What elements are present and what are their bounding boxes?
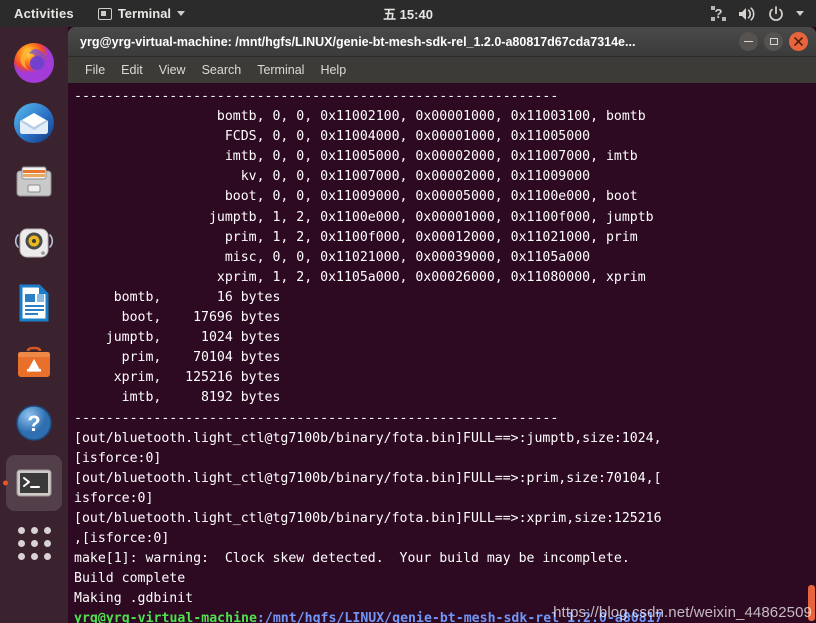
ubuntu-software-icon [18,346,50,377]
input-source-icon[interactable]: ? [711,6,726,21]
dock-item-firefox[interactable] [6,35,62,91]
terminal-viewport[interactable]: ----------------------------------------… [68,83,816,623]
svg-text:?: ? [715,6,723,21]
menu-item-search[interactable]: Search [194,60,250,80]
files-icon [16,166,52,197]
show-applications-button[interactable] [6,515,62,571]
maximize-button[interactable] [764,32,783,51]
dock-item-help[interactable]: ? [6,395,62,451]
dock-item-files[interactable] [6,155,62,211]
thunderbird-icon [14,103,54,143]
menu-item-help[interactable]: Help [312,60,354,80]
dock-item-libreoffice-writer[interactable] [6,275,62,331]
help-icon: ? [16,405,52,441]
terminal-icon [16,469,52,497]
system-tray[interactable]: ? [711,5,804,22]
volume-icon[interactable] [738,6,756,22]
window-titlebar[interactable]: yrg@yrg-virtual-machine: /mnt/hgfs/LINUX… [68,27,816,57]
apps-grid-icon [17,526,51,560]
dock-item-ubuntu-software[interactable] [6,335,62,391]
firefox-icon [14,43,54,83]
dock-item-rhythmbox[interactable] [6,215,62,271]
maximize-icon [769,38,778,45]
gnome-top-bar: Activities Terminal 五 15:40 ? [0,0,816,27]
system-menu-chevron-down-icon[interactable] [796,11,804,16]
desktop: ? yrg@yrg-virtual-machine: /mnt/hgfs/LIN… [0,27,816,623]
clock[interactable]: 五 15:40 [0,4,816,23]
dock-item-terminal[interactable] [6,455,62,511]
watermark: https://blog.csdn.net/weixin_44862509 [553,604,812,621]
terminal-window: yrg@yrg-virtual-machine: /mnt/hgfs/LINUX… [68,27,816,623]
window-controls [739,32,808,51]
menu-bar: File Edit View Search Terminal Help [68,57,816,83]
rhythmbox-icon [14,228,54,258]
minimize-button[interactable] [739,32,758,51]
menu-item-edit[interactable]: Edit [113,60,151,80]
svg-text:?: ? [27,411,40,436]
minimize-icon [744,40,753,43]
dock-item-thunderbird[interactable] [6,95,62,151]
menu-item-file[interactable]: File [77,60,113,80]
power-icon[interactable] [768,5,784,22]
libreoffice-writer-icon [19,284,49,322]
terminal-output[interactable]: ----------------------------------------… [74,87,816,623]
close-button[interactable] [789,32,808,51]
menu-item-view[interactable]: View [151,60,194,80]
ubuntu-dock: ? [0,27,68,623]
menu-item-terminal[interactable]: Terminal [249,60,312,80]
window-title: yrg@yrg-virtual-machine: /mnt/hgfs/LINUX… [80,34,636,49]
close-icon [794,37,803,46]
